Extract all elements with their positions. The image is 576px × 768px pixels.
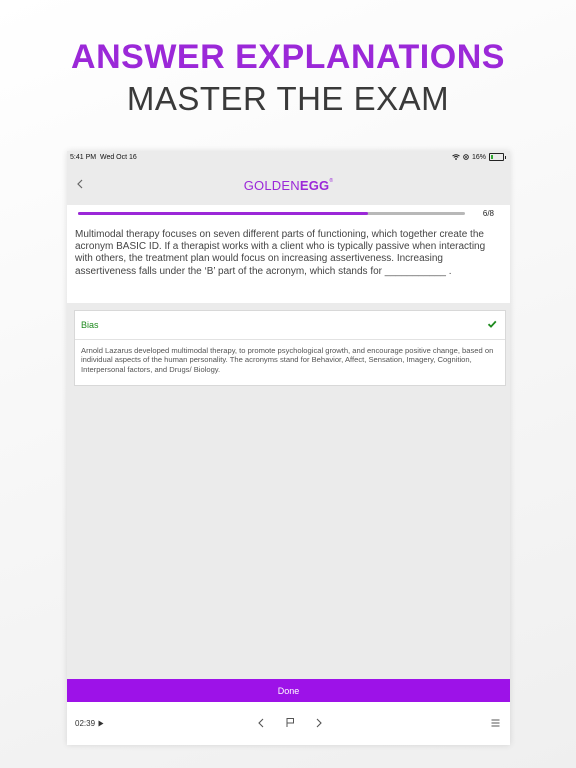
battery-cap (505, 155, 506, 159)
play-icon (98, 720, 104, 727)
status-indicators: 16% (452, 153, 506, 161)
answer-label: Bias (81, 320, 99, 330)
device-screen: 5:41 PM Wed Oct 16 16% GOLDENEGG® 6/8 Mu… (67, 151, 510, 745)
answer-explanation: Arnold Lazarus developed multimodal ther… (81, 346, 494, 374)
question-area: Multimodal therapy focuses on seven diff… (67, 221, 510, 303)
bottom-toolbar: 02:39 (67, 702, 510, 745)
progress-fill (78, 212, 369, 215)
prev-chevron-icon[interactable] (257, 718, 265, 728)
progress-area: 6/8 (67, 205, 510, 221)
check-icon (487, 320, 497, 328)
done-button[interactable]: Done (67, 679, 510, 702)
next-chevron-icon[interactable] (315, 718, 323, 728)
status-time: 5:41 PM Wed Oct 16 (70, 154, 137, 161)
location-icon (463, 154, 469, 160)
question-text: Multimodal therapy focuses on seven diff… (75, 229, 486, 277)
flag-icon[interactable] (285, 717, 295, 728)
progress-track (78, 212, 465, 215)
menu-icon[interactable] (491, 719, 500, 727)
promo-headline: ANSWER EXPLANATIONS (71, 38, 505, 76)
nav-bar: GOLDENEGG® (67, 165, 510, 205)
wifi-icon (452, 154, 460, 160)
promo-subheadline: MASTER THE EXAM (126, 80, 450, 117)
timer[interactable]: 02:39 (75, 719, 104, 728)
timer-value: 02:39 (75, 719, 96, 728)
app-logo: GOLDENEGG® (243, 178, 334, 193)
status-bar: 5:41 PM Wed Oct 16 16% (67, 151, 510, 165)
answer-card: Bias Arnold Lazarus developed multimodal… (74, 310, 506, 386)
battery-icon (489, 153, 504, 161)
question-counter: 6/8 (482, 209, 494, 218)
answer-option[interactable]: Bias (75, 311, 505, 340)
done-label: Done (277, 685, 300, 696)
battery-percent: 16% (471, 153, 486, 161)
